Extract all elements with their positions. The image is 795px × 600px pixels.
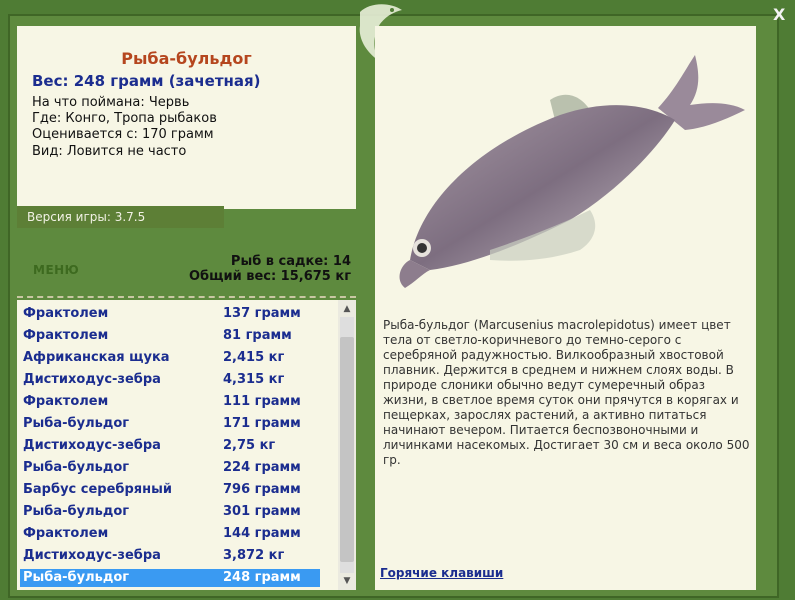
fish-count: Рыб в садке: 14 — [230, 254, 351, 269]
list-item-name: Рыба-бульдог — [23, 570, 130, 585]
list-item-name: Рыба-бульдог — [23, 504, 130, 519]
list-item-name: Фрактолем — [23, 328, 109, 343]
list-item[interactable]: Фрактолем 137 грамм — [20, 305, 320, 323]
list-item[interactable]: Фрактолем 111 грамм — [20, 393, 320, 411]
list-item-name: Рыба-бульдог — [23, 460, 130, 475]
list-item[interactable]: Африканская щука 2,415 кг — [20, 349, 320, 367]
list-item-weight: 137 грамм — [223, 306, 301, 321]
list-item-weight: 4,315 кг — [223, 372, 285, 387]
total-weight: Общий вес: 15,675 кг — [188, 269, 351, 284]
fish-valued: Оценивается с: 170 грамм — [32, 127, 214, 142]
fish-description: Рыба-бульдог (Marcusenius macrolepidotus… — [383, 318, 750, 467]
hotkeys-link[interactable]: Горячие клавиши — [380, 566, 503, 580]
list-item[interactable]: Фрактолем 144 грамм — [20, 525, 320, 543]
list-item[interactable]: Рыба-бульдог 171 грамм — [20, 415, 320, 433]
list-item[interactable]: Фрактолем 81 грамм — [20, 327, 320, 345]
list-item-weight: 3,872 кг — [223, 548, 285, 563]
list-item-weight: 111 грамм — [223, 394, 301, 409]
divider — [17, 296, 356, 298]
fish-bait: На что поймана: Червь — [32, 95, 190, 110]
fish-info-panel: Рыба-бульдог Вес: 248 грамм (зачетная) Н… — [17, 26, 356, 209]
list-item-name: Африканская щука — [23, 350, 170, 365]
list-item-weight: 796 грамм — [223, 482, 301, 497]
list-item-weight: 144 грамм — [223, 526, 301, 541]
list-item-name: Дистиходус-зебра — [23, 372, 161, 387]
list-item[interactable]: Барбус серебряный 796 грамм — [20, 481, 320, 499]
list-item[interactable]: Дистиходус-зебра 4,315 кг — [20, 371, 320, 389]
list-item-name: Фрактолем — [23, 526, 109, 541]
list-item[interactable]: Дистиходус-зебра 2,75 кг — [20, 437, 320, 455]
list-item-weight: 2,415 кг — [223, 350, 285, 365]
menu-button[interactable]: МЕНЮ — [33, 263, 79, 277]
scroll-up-icon[interactable]: ▲ — [339, 301, 355, 317]
list-item-name: Рыба-бульдог — [23, 416, 130, 431]
list-item-weight: 301 грамм — [223, 504, 301, 519]
list-item[interactable]: Рыба-бульдог 224 грамм — [20, 459, 320, 477]
fish-location: Где: Конго, Тропа рыбаков — [32, 111, 217, 126]
list-item-name: Дистиходус-зебра — [23, 548, 161, 563]
fish-weight: Вес: 248 грамм (зачетная) — [32, 72, 261, 90]
list-item-name: Фрактолем — [23, 306, 109, 321]
close-button[interactable]: X — [773, 5, 785, 24]
version-bar: Версия игры: 3.7.5 — [17, 206, 224, 228]
list-item-name: Барбус серебряный — [23, 482, 172, 497]
catch-list[interactable]: Фрактолем 137 грамм Фрактолем 81 грамм Африк… — [17, 300, 338, 590]
list-item[interactable]: Рыба-бульдог 301 грамм — [20, 503, 320, 521]
list-item-weight: 2,75 кг — [223, 438, 276, 453]
list-item-name: Дистиходус-зебра — [23, 438, 161, 453]
scroll-thumb[interactable] — [340, 337, 354, 562]
list-item-weight: 81 грамм — [223, 328, 292, 343]
fish-title: Рыба-бульдог — [121, 49, 252, 68]
list-item-weight: 248 грамм — [223, 570, 301, 585]
list-scrollbar[interactable]: ▲ ▼ — [338, 300, 356, 590]
list-item-name: Фрактолем — [23, 394, 109, 409]
catch-stats: Рыб в садке: 14 Общий вес: 15,675 кг — [189, 254, 351, 284]
fish-image — [399, 55, 745, 288]
list-item[interactable]: Рыба-бульдог 248 грамм — [20, 569, 320, 587]
list-item-weight: 224 грамм — [223, 460, 301, 475]
scroll-down-icon[interactable]: ▼ — [339, 573, 355, 589]
fish-rarity: Вид: Ловится не часто — [32, 144, 187, 159]
list-item-weight: 171 грамм — [223, 416, 301, 431]
list-item[interactable]: Дистиходус-зебра 3,872 кг — [20, 547, 320, 565]
